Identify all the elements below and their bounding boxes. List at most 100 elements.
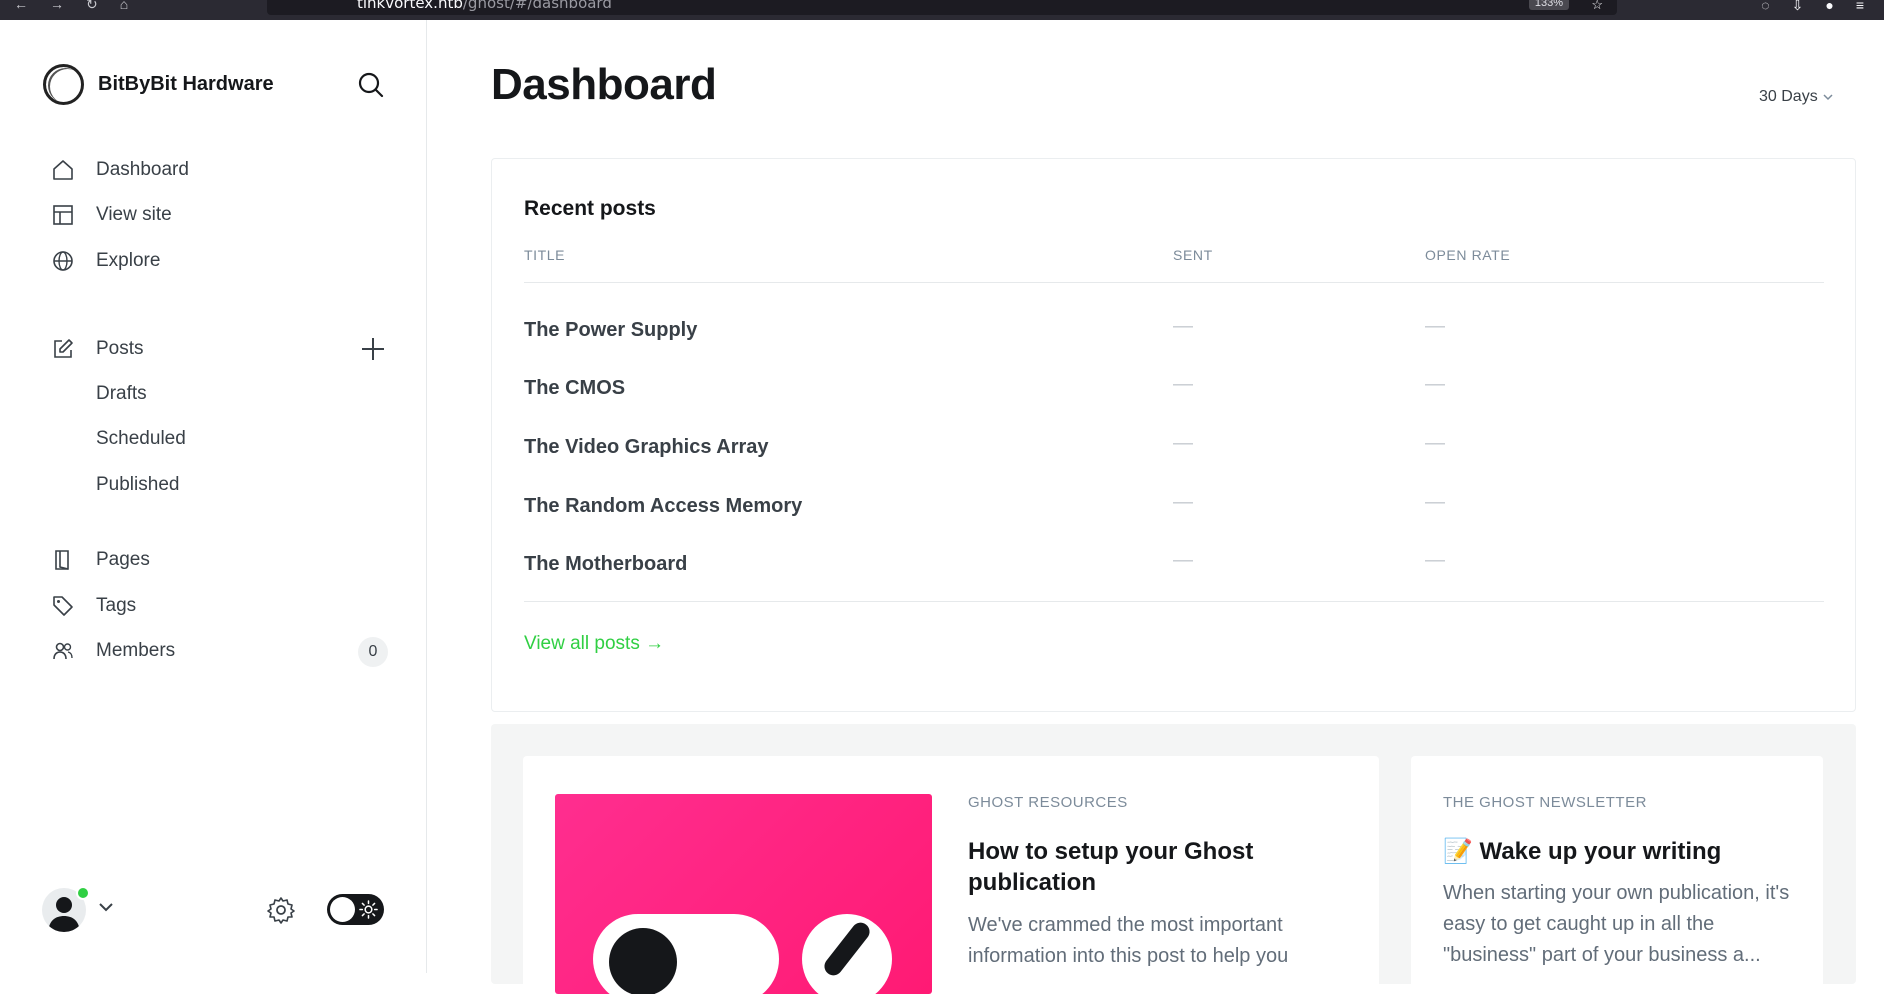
post-open-rate: — (1425, 373, 1445, 395)
toggle-illustration-knob (609, 928, 677, 994)
post-sent: — (1173, 491, 1193, 513)
plus-icon (362, 338, 384, 360)
sidebar-footer (42, 886, 386, 936)
recent-posts-card: Recent posts TITLE SENT OPEN RATE The Po… (491, 158, 1856, 712)
resources-section: GHOST RESOURCES How to setup your Ghost … (491, 724, 1856, 996)
reload-icon[interactable]: ↻ (86, 0, 98, 11)
view-all-posts-link[interactable]: View all posts → (524, 633, 664, 655)
sun-icon (359, 900, 378, 919)
post-title: The Motherboard (524, 553, 688, 575)
site-name: BitByBit Hardware (98, 73, 274, 95)
resource-title: How to setup your Ghost publication (968, 838, 1254, 896)
browser-nav-buttons: ← → ↻ ⌂ (14, 0, 128, 20)
new-post-button[interactable] (358, 334, 388, 364)
newsletter-excerpt: When starting your own publication, it's… (1443, 882, 1790, 966)
toggle-knob (330, 897, 355, 922)
post-open-rate: — (1425, 491, 1445, 513)
nav-drafts[interactable]: Drafts (48, 376, 388, 412)
home-icon[interactable]: ⌂ (120, 0, 128, 11)
nav-dashboard[interactable]: Dashboard (48, 152, 388, 188)
nav-label: Posts (96, 338, 144, 359)
page-title: Dashboard (491, 60, 717, 109)
nav-view-site[interactable]: View site (48, 197, 388, 233)
nav-tags[interactable]: Tags (48, 588, 388, 624)
resource-card[interactable]: GHOST RESOURCES How to setup your Ghost … (523, 756, 1379, 996)
zoom-level[interactable]: 133% (1528, 0, 1569, 10)
url-text[interactable]: tinkvortex.htb/ghost/#/dashboard (357, 0, 612, 12)
members-count-badge: 0 (358, 637, 388, 667)
table-divider (524, 601, 1824, 602)
nav-members[interactable]: Members 0 (48, 633, 388, 669)
bookmark-star-icon[interactable]: ☆ (1591, 0, 1603, 13)
nav-label: View site (96, 204, 172, 225)
post-sent: — (1173, 315, 1193, 337)
nav-label: Published (96, 474, 180, 495)
nav-explore[interactable]: Explore (48, 243, 388, 279)
forward-icon[interactable]: → (50, 0, 64, 11)
table-row[interactable]: The Motherboard — — (524, 543, 1824, 591)
site-brand[interactable]: BitByBit Hardware (43, 64, 274, 105)
nav-label: Dashboard (96, 159, 189, 180)
account-icon[interactable]: ● (1825, 0, 1833, 14)
column-open-rate: OPEN RATE (1425, 247, 1511, 263)
search-button[interactable] (356, 70, 386, 100)
online-status-dot (76, 886, 90, 900)
back-icon[interactable]: ← (14, 0, 28, 11)
resource-image (555, 794, 932, 994)
downloads-icon[interactable]: ⇩ (1792, 0, 1804, 14)
post-open-rate: — (1425, 432, 1445, 454)
nav-label: Pages (96, 549, 150, 570)
members-icon (48, 636, 78, 666)
browser-extensions: ◌ ⇩ ● ≡ (1761, 0, 1864, 14)
post-sent: — (1173, 549, 1193, 571)
page-icon (48, 545, 78, 575)
edit-icon (48, 334, 78, 364)
globe-icon (48, 246, 78, 276)
table-row[interactable]: The Power Supply — — (524, 309, 1824, 357)
url-path: /ghost/#/dashboard (462, 0, 612, 12)
date-range-select[interactable]: 30 Days (1759, 88, 1833, 106)
browser-toolbar: ← → ↻ ⌂ tinkvortex.htb/ghost/#/dashboard… (0, 0, 1884, 20)
nav-label: Members (96, 640, 176, 661)
table-row[interactable]: The CMOS — — (524, 367, 1824, 415)
nav-scheduled[interactable]: Scheduled (48, 421, 388, 457)
menu-icon[interactable]: ≡ (1856, 0, 1864, 14)
table-header: TITLE SENT OPEN RATE (524, 247, 1824, 283)
dark-mode-toggle[interactable] (327, 894, 384, 925)
main-content: Dashboard 30 Days Recent posts TITLE SEN… (428, 20, 1884, 996)
site-logo-icon (43, 64, 84, 105)
post-title: The CMOS (524, 377, 626, 399)
address-bar[interactable]: tinkvortex.htb/ghost/#/dashboard 133% ☆ (267, 0, 1617, 15)
post-sent: — (1173, 432, 1193, 454)
post-open-rate: — (1425, 315, 1445, 337)
post-sent: — (1173, 373, 1193, 395)
resource-excerpt: We've crammed the most important informa… (968, 914, 1289, 967)
nav-label: Drafts (96, 383, 147, 404)
table-row[interactable]: The Random Access Memory — — (524, 485, 1824, 533)
gear-icon[interactable] (267, 896, 295, 929)
url-host: tinkvortex.htb (357, 0, 463, 12)
nav-label: Explore (96, 250, 161, 271)
tag-icon (48, 591, 78, 621)
recent-posts-title: Recent posts (524, 197, 656, 220)
newsletter-card[interactable]: THE GHOST NEWSLETTER 📝 Wake up your writ… (1411, 756, 1823, 996)
newsletter-title: 📝 Wake up your writing (1443, 838, 1722, 865)
layout-icon (48, 200, 78, 230)
nav-posts[interactable]: Posts (48, 331, 388, 367)
post-title: The Power Supply (524, 319, 698, 341)
nav-published[interactable]: Published (48, 467, 388, 503)
column-sent: SENT (1173, 247, 1213, 263)
chevron-down-icon[interactable] (98, 900, 114, 918)
chevron-down-icon (1823, 94, 1833, 101)
search-icon (358, 72, 384, 98)
column-title: TITLE (524, 247, 566, 263)
nav-pages[interactable]: Pages (48, 542, 388, 578)
nav-label: Tags (96, 595, 137, 616)
newsletter-eyebrow: THE GHOST NEWSLETTER (1443, 794, 1647, 811)
nav-label: Scheduled (96, 428, 186, 449)
post-title: The Video Graphics Array (524, 436, 769, 458)
home-icon (48, 155, 78, 185)
post-title: The Random Access Memory (524, 495, 803, 517)
pocket-icon[interactable]: ◌ (1761, 0, 1769, 14)
table-row[interactable]: The Video Graphics Array — — (524, 426, 1824, 474)
